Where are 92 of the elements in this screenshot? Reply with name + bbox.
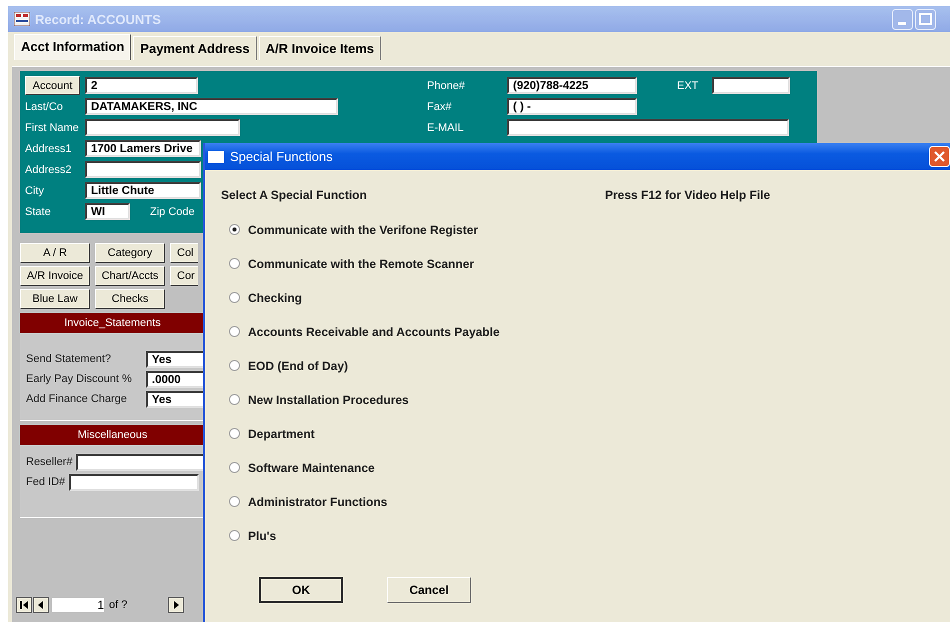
dialog-button[interactable]: OK	[259, 577, 343, 603]
help-hint: Press F12 for Video Help File	[605, 188, 770, 202]
function-button[interactable]: A/R Invoice	[20, 266, 90, 286]
field-label: EXT	[677, 80, 698, 92]
field-label: Address2	[25, 164, 72, 176]
field-label: Phone#	[427, 80, 466, 92]
radio-button[interactable]	[229, 360, 240, 371]
option-label: Accounts Receivable and Accounts Payable	[248, 324, 500, 338]
record-count: of ?	[109, 599, 128, 611]
option-label: Administrator Functions	[248, 494, 388, 508]
function-button[interactable]: A / R	[20, 243, 90, 263]
radio-button[interactable]	[229, 462, 240, 473]
first-record-icon[interactable]	[16, 597, 32, 613]
input-field[interactable]: ( ) -	[507, 98, 637, 115]
radio-option[interactable]: Software Maintenance	[229, 460, 950, 475]
form-icon	[14, 12, 30, 26]
option-label: Department	[248, 426, 315, 440]
window-icon	[208, 150, 224, 162]
input-field[interactable]: Little Chute	[85, 182, 201, 199]
field-label: Reseller#	[26, 456, 72, 468]
radio-button[interactable]	[229, 530, 240, 541]
input-field[interactable]: Yes	[146, 390, 205, 408]
maximize-icon[interactable]	[915, 8, 936, 30]
tab[interactable]: Payment Address	[133, 36, 257, 60]
radio-button[interactable]	[229, 428, 240, 439]
field-label: Fed ID#	[26, 476, 66, 488]
field-label: State	[25, 206, 52, 218]
radio-option[interactable]: Communicate with the Remote Scanner	[229, 256, 950, 271]
radio-option[interactable]: EOD (End of Day)	[229, 358, 950, 373]
option-label: Communicate with the Verifone Register	[248, 222, 478, 236]
field-label: Add Finance Charge	[26, 393, 128, 405]
tab[interactable]: A/R Invoice Items	[258, 36, 382, 60]
close-icon[interactable]	[929, 146, 950, 167]
record-number-field[interactable]: 1	[52, 598, 104, 612]
radio-option[interactable]: Accounts Receivable and Accounts Payable	[229, 324, 950, 339]
radio-button[interactable]	[229, 496, 240, 507]
radio-option[interactable]: Checking	[229, 290, 950, 305]
radio-button[interactable]	[229, 224, 240, 235]
field-label: First Name	[25, 122, 80, 134]
radio-option[interactable]: Communicate with the Verifone Register	[229, 222, 950, 237]
input-field[interactable]: DATAMAKERS, INC	[85, 98, 338, 115]
radio-option[interactable]: Administrator Functions	[229, 494, 950, 509]
input-field[interactable]: WI	[85, 203, 130, 220]
radio-option[interactable]: Plu's	[229, 528, 950, 543]
field-label: Send Statement?	[26, 353, 112, 365]
radio-button[interactable]	[229, 326, 240, 337]
dialog-button[interactable]: Cancel	[387, 577, 471, 603]
input-field[interactable]	[507, 119, 789, 136]
option-label: Software Maintenance	[248, 460, 375, 474]
field-label: Zip Code	[150, 206, 195, 218]
input-field[interactable]	[712, 77, 790, 94]
window-title: Record: ACCOUNTS	[35, 12, 161, 26]
field-label: Early Pay Discount %	[26, 373, 133, 385]
minimize-icon[interactable]	[892, 8, 913, 30]
function-button[interactable]: Cor	[170, 266, 198, 286]
input-field[interactable]	[85, 161, 201, 178]
field-label: E-MAIL	[427, 122, 465, 134]
option-label: Plu's	[248, 528, 276, 542]
previous-record-icon[interactable]	[33, 597, 49, 613]
option-label: Checking	[248, 290, 302, 304]
option-label: New Installation Procedures	[248, 392, 409, 406]
field-label: City	[25, 184, 45, 196]
account-button[interactable]: Account	[25, 76, 80, 95]
function-button[interactable]: Blue Law	[20, 289, 90, 309]
field-label: Last/Co	[25, 100, 64, 112]
radio-option[interactable]: Department	[229, 426, 950, 441]
input-field[interactable]	[85, 119, 240, 136]
radio-option[interactable]: New Installation Procedures	[229, 392, 950, 407]
dialog-title: Special Functions	[230, 149, 333, 164]
input-field[interactable]: 1700 Lamers Drive	[85, 140, 201, 157]
input-field[interactable]: .0000	[146, 370, 205, 388]
radio-button[interactable]	[229, 258, 240, 269]
function-button[interactable]: Checks	[95, 289, 165, 309]
input-field[interactable]: 2	[85, 77, 198, 94]
function-button[interactable]: Chart/Accts	[95, 266, 165, 286]
field-label: Fax#	[427, 100, 452, 112]
option-label: Communicate with the Remote Scanner	[248, 256, 474, 270]
function-button[interactable]: Col	[170, 243, 198, 263]
next-record-icon[interactable]	[168, 597, 184, 613]
section-header: Miscellaneous	[20, 425, 205, 445]
dialog-prompt: Select A Special Function	[221, 188, 368, 202]
option-label: EOD (End of Day)	[248, 358, 348, 372]
input-field[interactable]	[76, 454, 205, 470]
radio-button[interactable]	[229, 394, 240, 405]
radio-button[interactable]	[229, 292, 240, 303]
input-field[interactable]: (920)788-4225	[507, 77, 637, 94]
input-field[interactable]: Yes	[146, 350, 205, 368]
section-header: Invoice_Statements	[20, 313, 205, 333]
tab[interactable]: Acct Information	[14, 34, 132, 60]
field-label: Address1	[25, 142, 72, 154]
function-button[interactable]: Category	[95, 243, 165, 263]
input-field[interactable]	[69, 474, 200, 490]
